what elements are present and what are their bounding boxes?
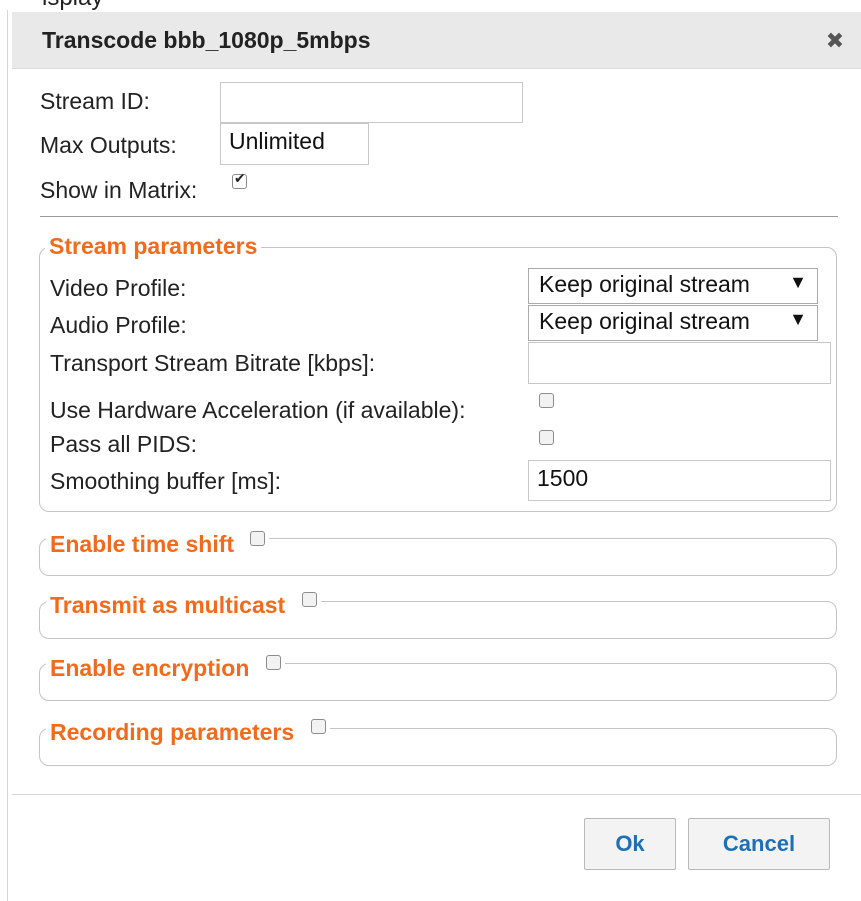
hw-accel-checkbox[interactable] xyxy=(539,393,554,408)
max-outputs-input[interactable]: Unlimited xyxy=(220,123,369,165)
smoothing-buffer-label: Smoothing buffer [ms]: xyxy=(50,468,281,494)
multicast-legend-label: Transmit as multicast xyxy=(50,592,286,618)
time-shift-checkbox[interactable] xyxy=(250,531,266,546)
max-outputs-label: Max Outputs: xyxy=(40,132,177,158)
dropdown-arrow-icon: ▼ xyxy=(789,309,807,329)
audio-profile-value: Keep original stream xyxy=(539,308,750,334)
encryption-legend-label: Enable encryption xyxy=(50,655,250,681)
smoothing-buffer-input[interactable]: 1500 xyxy=(528,460,831,501)
ts-bitrate-input[interactable] xyxy=(528,342,831,384)
dropdown-arrow-icon: ▼ xyxy=(789,272,807,292)
show-in-matrix-checkbox[interactable]: ✔ xyxy=(232,170,247,189)
background-text-fragment: isplay xyxy=(42,0,103,10)
stream-parameters-legend: Stream parameters xyxy=(45,233,262,260)
checkmark-icon: ✔ xyxy=(234,170,246,186)
audio-profile-label: Audio Profile: xyxy=(50,312,187,338)
stream-id-input[interactable] xyxy=(220,82,523,123)
pass-pids-checkbox[interactable] xyxy=(539,430,554,445)
dialog-titlebar[interactable]: Transcode bbb_1080p_5mbps ✖ xyxy=(12,12,861,69)
pass-pids-label: Pass all PIDS: xyxy=(50,431,197,457)
recording-legend-label: Recording parameters xyxy=(50,719,295,745)
transcode-dialog: Transcode bbb_1080p_5mbps ✖ Stream ID: M… xyxy=(12,12,861,901)
video-profile-select[interactable]: Keep original stream ▼ xyxy=(528,268,818,304)
page-left-border xyxy=(7,10,8,901)
video-profile-value: Keep original stream xyxy=(539,271,750,297)
cancel-button[interactable]: Cancel xyxy=(688,818,830,870)
dialog-title: Transcode bbb_1080p_5mbps xyxy=(42,27,371,53)
section-divider xyxy=(40,216,838,217)
recording-checkbox[interactable] xyxy=(310,719,326,734)
time-shift-legend-label: Enable time shift xyxy=(50,531,235,557)
recording-legend: Recording parameters xyxy=(46,719,330,746)
multicast-checkbox[interactable] xyxy=(301,592,317,607)
ts-bitrate-label: Transport Stream Bitrate [kbps]: xyxy=(50,350,376,376)
close-icon[interactable]: ✖ xyxy=(823,29,847,53)
time-shift-legend: Enable time shift xyxy=(46,531,270,558)
stream-id-label: Stream ID: xyxy=(40,88,150,114)
ok-button[interactable]: Ok xyxy=(584,818,676,870)
encryption-legend: Enable encryption xyxy=(46,655,285,682)
video-profile-label: Video Profile: xyxy=(50,275,187,301)
multicast-legend: Transmit as multicast xyxy=(46,592,321,619)
hw-accel-label: Use Hardware Acceleration (if available)… xyxy=(50,397,466,423)
footer-divider xyxy=(12,794,861,795)
encryption-checkbox[interactable] xyxy=(265,655,281,670)
audio-profile-select[interactable]: Keep original stream ▼ xyxy=(528,305,818,341)
show-in-matrix-label: Show in Matrix: xyxy=(40,177,198,203)
